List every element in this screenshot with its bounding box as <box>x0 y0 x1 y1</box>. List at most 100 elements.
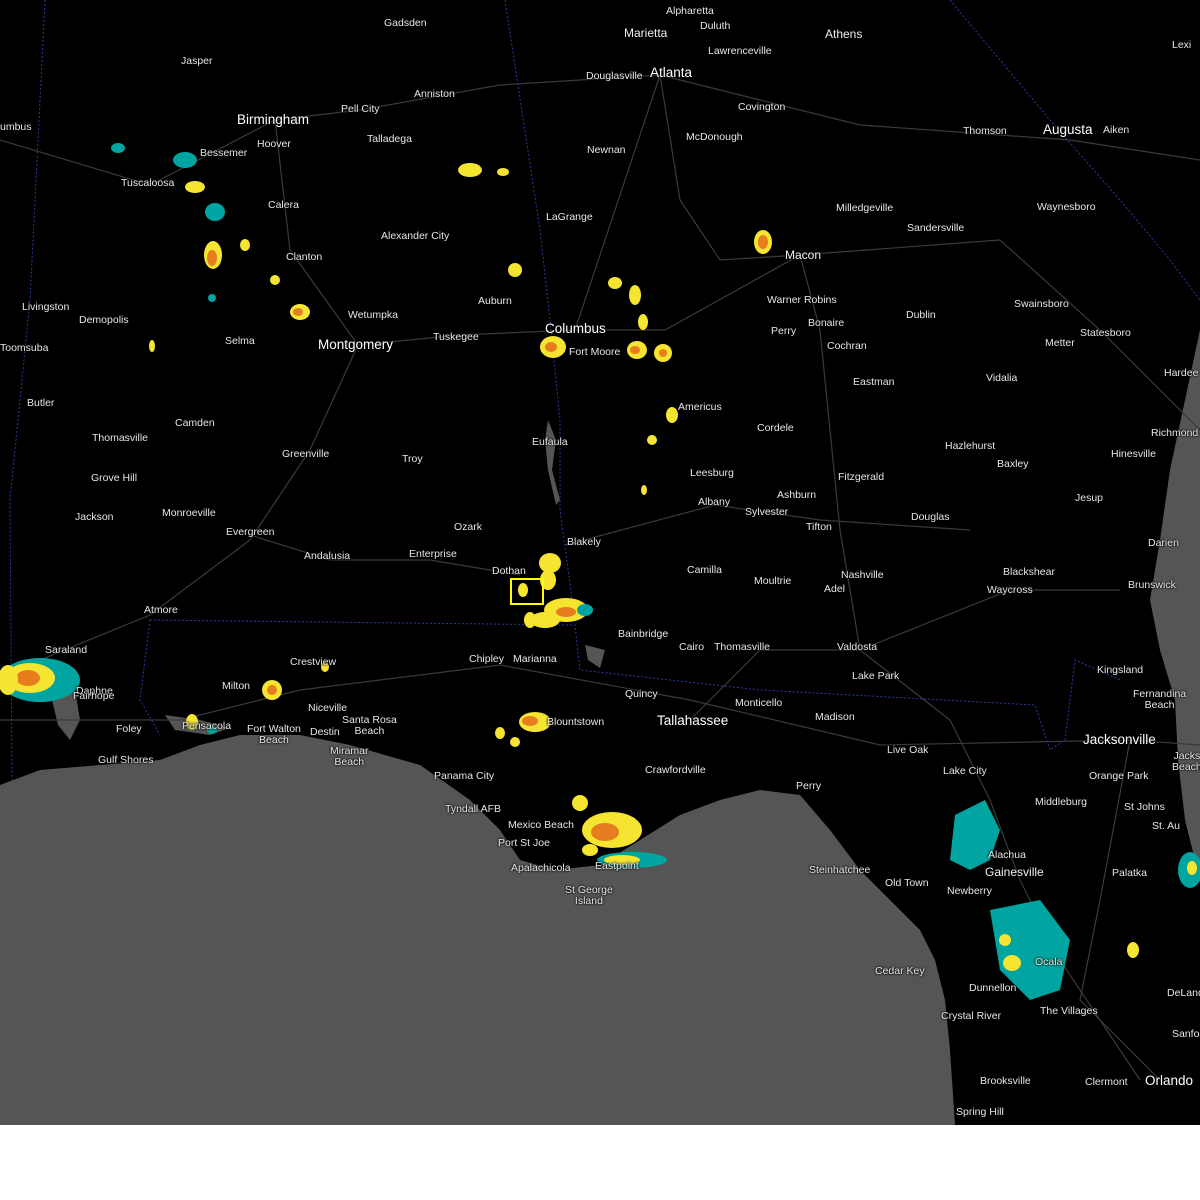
lake-seminole <box>585 645 605 668</box>
city-label-columbus: Columbus <box>545 321 606 336</box>
city-label-birmingham: Birmingham <box>237 112 310 127</box>
city-label-monticello: Monticello <box>735 697 783 709</box>
city-label-americus: Americus <box>678 401 722 413</box>
city-label-adel: Adel <box>824 583 846 595</box>
city-label-eastpoint: Eastpoint <box>595 860 639 872</box>
city-label-moultrie: Moultrie <box>754 575 792 587</box>
city-label-thomson: Thomson <box>963 125 1007 137</box>
city-label-tuskegee: Tuskegee <box>433 331 479 343</box>
city-label-cedar-key: Cedar Key <box>875 965 925 977</box>
city-label-nashville: Nashville <box>841 569 884 581</box>
city-label-cordele: Cordele <box>757 422 794 434</box>
city-label-selma: Selma <box>225 335 255 347</box>
city-label-lagrange: LaGrange <box>546 211 593 223</box>
gulf-of-mexico <box>0 735 955 1125</box>
city-label-cairo: Cairo <box>679 641 705 653</box>
city-label-waycross: Waycross <box>987 584 1033 596</box>
city-label-newberry: Newberry <box>947 885 992 897</box>
city-label-montgomery: Montgomery <box>318 337 394 352</box>
city-label-baxley: Baxley <box>997 458 1029 470</box>
city-label-camilla: Camilla <box>687 564 723 576</box>
city-label-perry: Perry <box>771 325 797 337</box>
city-label-covington: Covington <box>738 101 786 113</box>
city-label-auburn: Auburn <box>478 295 512 307</box>
city-label-fort-moore: Fort Moore <box>569 346 621 358</box>
city-label-orlando: Orlando <box>1145 1073 1194 1088</box>
map-base <box>0 0 1200 1125</box>
city-label-st-george-island: St George Island <box>565 884 613 907</box>
city-label-st-augustine: St. Au <box>1152 820 1181 832</box>
city-label-fernandina-beach: Fernandina Beach <box>1133 688 1187 711</box>
city-label-toomsuba: Toomsuba <box>0 342 49 354</box>
city-label-brunswick: Brunswick <box>1128 579 1176 591</box>
city-label-port-st-joe: Port St Joe <box>498 837 550 849</box>
city-label-butler: Butler <box>27 397 55 409</box>
city-label-marianna: Marianna <box>513 653 557 665</box>
city-label-milledgeville: Milledgeville <box>836 202 894 214</box>
city-label-tuscaloosa: Tuscaloosa <box>121 177 175 189</box>
city-label-deland: DeLand <box>1167 987 1200 999</box>
city-label-ocala: Ocala <box>1035 956 1063 968</box>
city-label-eastman: Eastman <box>853 376 895 388</box>
city-label-santa-rosa-beach: Santa Rosa Beach <box>342 714 397 737</box>
city-label-fitzgerald: Fitzgerald <box>838 471 885 483</box>
city-label-chipley: Chipley <box>469 653 505 665</box>
city-label-quincy: Quincy <box>625 688 658 700</box>
city-label-wetumpka: Wetumpka <box>348 309 398 321</box>
city-label-aiken: Aiken <box>1103 124 1130 136</box>
city-label-columbus-ms: umbus <box>0 121 32 133</box>
city-label-sanford: Sanfo <box>1172 1028 1200 1040</box>
city-label-waynesboro: Waynesboro <box>1037 201 1096 213</box>
city-label-jacksonville: Jacksonville <box>1083 732 1156 747</box>
city-label-dothan: Dothan <box>492 565 526 577</box>
city-label-valdosta: Valdosta <box>837 641 878 653</box>
city-label-talladega: Talladega <box>367 133 412 145</box>
city-label-vidalia: Vidalia <box>986 372 1018 384</box>
city-label-foley: Foley <box>116 723 142 735</box>
city-label-blountstown: Blountstown <box>547 716 605 728</box>
lake-eufaula <box>545 420 560 505</box>
city-label-warner-robins: Warner Robins <box>767 294 837 306</box>
city-label-alpharetta: Alpharetta <box>666 5 714 17</box>
city-label-palatka: Palatka <box>1112 867 1148 879</box>
state-borders <box>9 0 1200 781</box>
city-label-grove-hill: Grove Hill <box>91 472 138 484</box>
atlantic-ocean <box>1150 330 1200 880</box>
city-label-jackson: Jackson <box>75 511 114 523</box>
city-label-brooksville: Brooksville <box>980 1075 1031 1087</box>
city-label-blackshear: Blackshear <box>1003 566 1055 578</box>
city-label-alexander-city: Alexander City <box>381 230 450 242</box>
city-label-hoover: Hoover <box>257 138 291 150</box>
city-label-greenville: Greenville <box>282 448 330 460</box>
city-label-dublin: Dublin <box>906 309 936 321</box>
radar-map[interactable]: Atlanta Birmingham Montgomery Columbus M… <box>0 0 1200 1125</box>
city-label-douglas: Douglas <box>911 511 950 523</box>
city-label-lake-city: Lake City <box>943 765 987 777</box>
city-label-apalachicola: Apalachicola <box>511 862 571 874</box>
city-label-blakely: Blakely <box>567 536 601 548</box>
bottom-blank-strip <box>0 1125 1200 1200</box>
city-label-albany: Albany <box>698 496 731 508</box>
city-label-thomasville-ga: Thomasville <box>714 641 771 653</box>
city-label-statesboro: Statesboro <box>1080 327 1131 339</box>
city-label-gainesville: Gainesville <box>985 865 1044 879</box>
city-label-panama-city: Panama City <box>434 770 495 782</box>
city-label-fairhope: Fairhope <box>73 690 115 702</box>
city-label-lex: Lexi <box>1172 39 1192 51</box>
city-label-sandersville: Sandersville <box>907 222 965 234</box>
city-label-bessemer: Bessemer <box>200 147 248 159</box>
city-label-troy: Troy <box>402 453 423 465</box>
city-label-andalusia: Andalusia <box>304 550 351 562</box>
city-label-douglasville: Douglasville <box>586 70 643 82</box>
city-label-augusta: Augusta <box>1043 122 1093 137</box>
city-label-crystal-river: Crystal River <box>941 1010 1002 1022</box>
city-label-hazlehurst: Hazlehurst <box>945 440 996 452</box>
city-label-bainbridge: Bainbridge <box>618 628 669 640</box>
city-label-evergreen: Evergreen <box>226 526 275 538</box>
city-label-newnan: Newnan <box>587 144 626 156</box>
city-label-destin: Destin <box>310 726 340 738</box>
city-label-ozark: Ozark <box>454 521 483 533</box>
city-label-richmond: Richmond <box>1151 427 1199 439</box>
city-label-middleburg: Middleburg <box>1035 796 1087 808</box>
city-label-steinhatchee: Steinhatchee <box>809 864 871 876</box>
